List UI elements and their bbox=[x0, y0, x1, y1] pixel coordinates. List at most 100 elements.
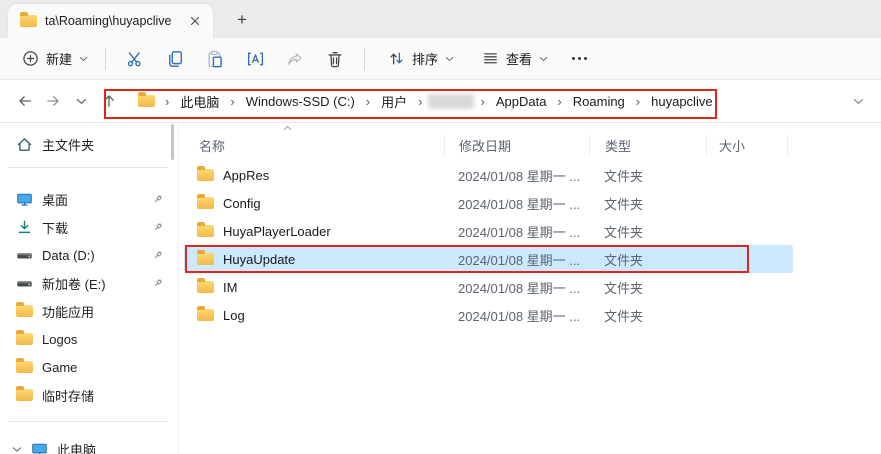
breadcrumb-separator: › bbox=[557, 94, 561, 109]
copy-button[interactable] bbox=[158, 43, 192, 75]
breadcrumb-users[interactable]: 用户 bbox=[376, 88, 412, 115]
file-name: Log bbox=[223, 308, 245, 323]
sidebar-item-game[interactable]: Game bbox=[6, 353, 172, 381]
breadcrumb-appdata[interactable]: AppData bbox=[491, 90, 552, 113]
sidebar-item-logos[interactable]: Logos bbox=[6, 325, 172, 353]
back-button[interactable] bbox=[12, 88, 38, 114]
file-type: 文件夹 bbox=[589, 222, 706, 241]
table-row-im[interactable]: IM 2024/01/08 星期一 ... 文件夹 bbox=[184, 273, 793, 301]
sidebar-scrollbar[interactable] bbox=[171, 124, 174, 160]
table-row-huyaplayerloader[interactable]: HuyaPlayerLoader 2024/01/08 星期一 ... 文件夹 bbox=[184, 217, 793, 245]
sidebar-item-label: 下载 bbox=[42, 218, 68, 237]
folder-icon bbox=[197, 309, 214, 321]
sort-ascending-icon bbox=[283, 125, 292, 131]
up-button[interactable] bbox=[96, 88, 122, 114]
file-type: 文件夹 bbox=[589, 194, 706, 213]
sort-button-label: 排序 bbox=[412, 49, 438, 68]
file-name: IM bbox=[223, 280, 237, 295]
breadcrumb-separator: › bbox=[480, 94, 484, 109]
table-row-huyaupdate-selected[interactable]: HuyaUpdate 2024/01/08 星期一 ... 文件夹 bbox=[184, 245, 793, 273]
tab-close-icon[interactable] bbox=[185, 11, 205, 31]
file-type: 文件夹 bbox=[589, 306, 706, 325]
recent-locations-button[interactable] bbox=[68, 88, 94, 114]
ellipsis-icon bbox=[578, 57, 581, 60]
breadcrumb-separator: › bbox=[165, 94, 169, 109]
sidebar-item-drive-d[interactable]: Data (D:) bbox=[6, 241, 172, 269]
pin-icon[interactable] bbox=[152, 249, 164, 261]
view-button-label: 查看 bbox=[506, 49, 532, 68]
file-date: 2024/01/08 星期一 ... bbox=[444, 306, 589, 325]
forward-button[interactable] bbox=[40, 88, 66, 114]
breadcrumb-drive-c[interactable]: Windows-SSD (C:) bbox=[241, 90, 360, 113]
drive-icon bbox=[16, 247, 33, 264]
breadcrumb-this-pc[interactable]: 此电脑 bbox=[175, 88, 224, 115]
file-explorer-window: ta\Roaming\huyapclive + 新建 bbox=[0, 0, 881, 454]
arrow-up-icon bbox=[101, 93, 117, 109]
sidebar-item-drive-e[interactable]: 新加卷 (E:) bbox=[6, 269, 172, 297]
sidebar-item-label: Data (D:) bbox=[42, 248, 95, 263]
table-row-log[interactable]: Log 2024/01/08 星期一 ... 文件夹 bbox=[184, 301, 793, 329]
chevron-down-icon bbox=[12, 446, 22, 453]
sidebar-item-label: Logos bbox=[42, 332, 77, 347]
file-type: 文件夹 bbox=[589, 278, 706, 297]
breadcrumb-separator: › bbox=[418, 94, 422, 109]
pin-icon[interactable] bbox=[152, 193, 164, 205]
arrow-right-icon bbox=[45, 93, 61, 109]
navigation-pane: 主文件夹 桌面 下载 bbox=[0, 124, 178, 454]
table-row-config[interactable]: Config 2024/01/08 星期一 ... 文件夹 bbox=[184, 189, 793, 217]
file-date: 2024/01/08 星期一 ... bbox=[444, 222, 589, 241]
sort-button[interactable]: 排序 bbox=[380, 43, 462, 74]
monitor-icon bbox=[16, 191, 33, 208]
sidebar-item-label: 桌面 bbox=[42, 190, 68, 209]
chevron-down-icon bbox=[76, 98, 87, 105]
cut-button[interactable] bbox=[118, 43, 152, 75]
explorer-tab[interactable]: ta\Roaming\huyapclive bbox=[8, 4, 213, 38]
share-button[interactable] bbox=[278, 43, 312, 75]
pin-icon[interactable] bbox=[152, 221, 164, 233]
sort-arrows-icon bbox=[388, 50, 405, 67]
clipboard-icon bbox=[206, 50, 224, 68]
breadcrumb-roaming[interactable]: Roaming bbox=[568, 90, 630, 113]
sidebar-item-label: 临时存储 bbox=[42, 386, 94, 405]
sidebar-divider bbox=[8, 421, 168, 422]
paste-button[interactable] bbox=[198, 43, 232, 75]
folder-icon bbox=[197, 169, 214, 181]
more-options-button[interactable] bbox=[562, 57, 597, 60]
address-dropdown-button[interactable] bbox=[845, 88, 871, 114]
sidebar-item-home[interactable]: 主文件夹 bbox=[6, 130, 172, 158]
column-header-type[interactable]: 类型 bbox=[589, 135, 706, 155]
breadcrumb-username-redacted[interactable] bbox=[428, 94, 474, 109]
column-header-name[interactable]: 名称 bbox=[179, 135, 444, 155]
rename-button[interactable] bbox=[238, 43, 272, 75]
view-button[interactable]: 查看 bbox=[474, 43, 556, 74]
new-button[interactable]: 新建 bbox=[14, 44, 96, 73]
share-arrow-icon bbox=[286, 50, 304, 68]
column-header-label: 修改日期 bbox=[459, 136, 511, 155]
toolbar-divider bbox=[105, 48, 106, 70]
tab-bar: ta\Roaming\huyapclive + bbox=[0, 0, 881, 38]
chevron-down-icon bbox=[79, 56, 88, 62]
sidebar-item-desktop[interactable]: 桌面 bbox=[6, 185, 172, 213]
sidebar-item-downloads[interactable]: 下载 bbox=[6, 213, 172, 241]
file-date: 2024/01/08 星期一 ... bbox=[444, 194, 589, 213]
chevron-down-icon bbox=[853, 98, 864, 105]
folder-icon bbox=[16, 305, 33, 317]
breadcrumb: › 此电脑 › Windows-SSD (C:) › 用户 › › AppDat… bbox=[138, 88, 718, 115]
toolbar-divider bbox=[364, 48, 365, 70]
drive-icon bbox=[16, 275, 33, 292]
sidebar-item-this-pc[interactable]: 此电脑 bbox=[6, 435, 172, 454]
copy-pages-icon bbox=[166, 50, 184, 68]
new-tab-button[interactable]: + bbox=[229, 7, 255, 33]
breadcrumb-separator: › bbox=[230, 94, 234, 109]
new-button-label: 新建 bbox=[46, 49, 72, 68]
column-header-size[interactable]: 大小 bbox=[706, 135, 788, 155]
column-header-date-modified[interactable]: 修改日期 bbox=[444, 135, 589, 155]
pin-icon[interactable] bbox=[152, 277, 164, 289]
sidebar-item-gongnengyingyong[interactable]: 功能应用 bbox=[6, 297, 172, 325]
file-name: HuyaUpdate bbox=[223, 252, 295, 267]
table-row-appres[interactable]: AppRes 2024/01/08 星期一 ... 文件夹 bbox=[184, 161, 793, 189]
sidebar-item-linshicunchu[interactable]: 临时存储 bbox=[6, 381, 172, 409]
delete-button[interactable] bbox=[318, 43, 352, 75]
folder-icon bbox=[197, 225, 214, 237]
breadcrumb-huyapclive[interactable]: huyapclive bbox=[646, 90, 717, 113]
